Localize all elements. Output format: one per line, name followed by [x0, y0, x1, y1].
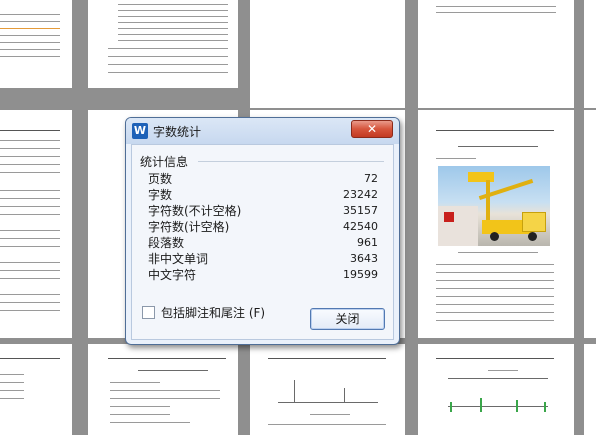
- stat-row-chars-with-spaces: 字符数(计空格) 42540: [148, 219, 378, 235]
- page-thumbnail[interactable]: [250, 344, 405, 435]
- page-thumbnail[interactable]: [418, 110, 574, 338]
- truck-photo: [438, 166, 550, 246]
- statistics-section-title: 统计信息: [140, 155, 189, 169]
- stat-value: 19599: [343, 268, 378, 281]
- word-count-dialog[interactable]: W 字数统计 ✕ 统计信息 页数 72 字数 23242 字符数(不计空格) 3…: [125, 117, 400, 345]
- include-footnotes-label[interactable]: 包括脚注和尾注 (F): [161, 305, 265, 321]
- page-thumbnail[interactable]: [0, 344, 72, 435]
- close-button[interactable]: 关闭: [310, 308, 385, 330]
- stat-row-words: 字数 23242: [148, 187, 378, 203]
- section-divider: [198, 161, 384, 162]
- stat-value: 35157: [343, 204, 378, 217]
- stat-row-chars-no-spaces: 字符数(不计空格) 35157: [148, 203, 378, 219]
- page-thumbnail[interactable]: [250, 0, 405, 108]
- stat-label: 页数: [148, 172, 173, 186]
- stat-label: 字符数(计空格): [148, 220, 230, 234]
- page-thumbnail[interactable]: [88, 344, 238, 435]
- page-thumbnail[interactable]: [418, 344, 574, 435]
- stat-value: 72: [364, 172, 378, 185]
- close-icon[interactable]: ✕: [351, 120, 393, 138]
- page-thumbnail[interactable]: [0, 110, 72, 338]
- stat-label: 字符数(不计空格): [148, 204, 242, 218]
- page-thumbnail[interactable]: [418, 0, 574, 108]
- wps-writer-icon: W: [132, 123, 148, 139]
- page-thumbnail[interactable]: [584, 0, 596, 108]
- stat-row-non-chinese-words: 非中文单词 3643: [148, 251, 378, 267]
- stat-row-paragraphs: 段落数 961: [148, 235, 378, 251]
- checkbox-icon[interactable]: [142, 306, 155, 319]
- stat-row-pages: 页数 72: [148, 171, 378, 187]
- stat-value: 3643: [350, 252, 378, 265]
- stat-value: 42540: [343, 220, 378, 233]
- page-thumbnail[interactable]: [584, 344, 596, 435]
- dialog-titlebar[interactable]: W 字数统计 ✕: [126, 118, 399, 144]
- stat-label: 段落数: [148, 236, 185, 250]
- stat-value: 961: [357, 236, 378, 249]
- stat-row-chinese-chars: 中文字符 19599: [148, 267, 378, 283]
- page-thumbnail[interactable]: [0, 0, 72, 88]
- stat-value: 23242: [343, 188, 378, 201]
- stat-label: 字数: [148, 188, 173, 202]
- stat-label: 非中文单词: [148, 252, 209, 266]
- dialog-title: 字数统计: [153, 125, 202, 139]
- stat-label: 中文字符: [148, 268, 197, 282]
- page-thumbnail[interactable]: [88, 0, 238, 88]
- page-thumbnail[interactable]: [584, 110, 596, 338]
